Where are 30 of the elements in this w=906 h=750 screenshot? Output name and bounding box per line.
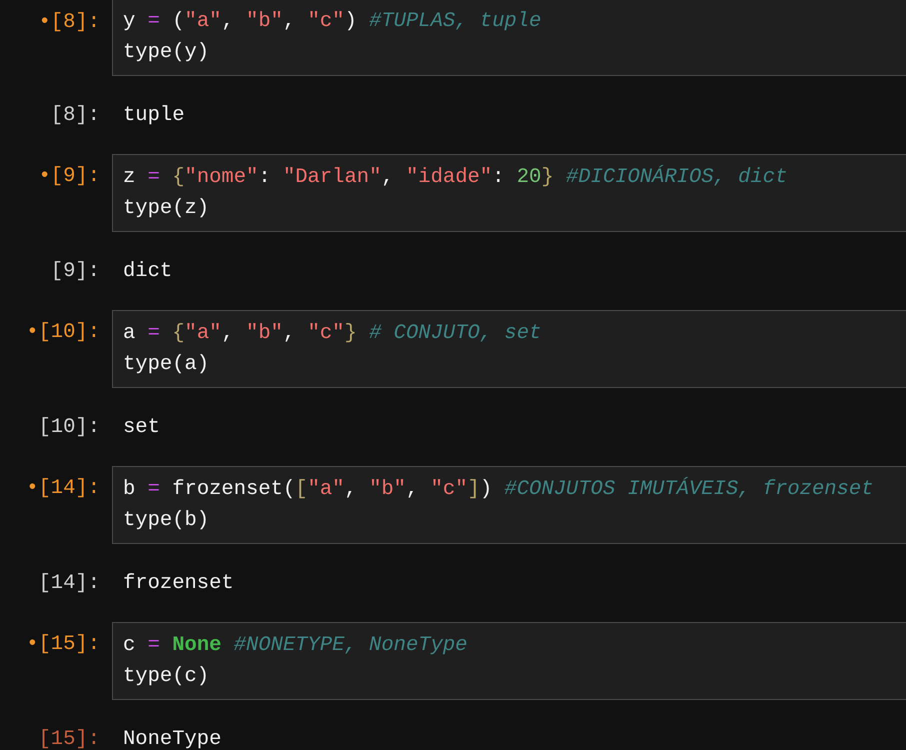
cell-output: frozenset: [122, 570, 234, 596]
code-line: type(z): [123, 196, 210, 222]
input-prompt: •[14]:: [25, 476, 100, 502]
code-cell[interactable]: z = {"nome": "Darlan", "idade": 20} #DICIONÁRIOS, dict type(z): [112, 154, 906, 232]
output-prompt: [9]:: [50, 258, 100, 284]
input-prompt: •[9]:: [37, 164, 100, 190]
code-cell[interactable]: c = None #NONETYPE, NoneType type(c): [112, 622, 906, 700]
output-prompt: [14]:: [37, 570, 100, 596]
cell-output: set: [122, 414, 160, 440]
code-line: type(y): [123, 40, 210, 66]
code-line: type(a): [123, 352, 210, 378]
code-cell[interactable]: b = frozenset(["a", "b", "c"]) #CONJUTOS IMUTÁVEIS, frozenset type(b): [112, 466, 906, 544]
code-cell[interactable]: y = ("a", "b", "c") #TUPLAS, tuple type(y): [112, 0, 906, 76]
code-line: type(c): [123, 664, 210, 690]
input-prompt: •[10]:: [25, 320, 100, 346]
code-line: z = {"nome": "Darlan", "idade": 20} #DICIONÁRIOS, dict: [123, 164, 788, 191]
code-line: y = ("a", "b", "c") #TUPLAS, tuple: [123, 9, 542, 35]
input-prompt: •[8]:: [37, 10, 100, 36]
cell-output: NoneType: [122, 726, 222, 750]
code-line: b = frozenset(["a", "b", "c"]) #CONJUTOS IMUTÁVEIS, frozenset: [123, 476, 874, 503]
input-prompt: •[15]:: [25, 632, 100, 658]
output-prompt: [8]:: [50, 102, 100, 128]
cell-output: dict: [122, 258, 172, 284]
code-line: type(b): [123, 508, 210, 534]
code-cell[interactable]: a = {"a", "b", "c"} # CONJUTO, set type(a): [112, 310, 906, 388]
code-line: c = None #NONETYPE, NoneType: [123, 633, 468, 659]
cell-output: tuple: [122, 102, 185, 128]
output-prompt: [15]:: [37, 726, 100, 750]
code-line: a = {"a", "b", "c"} # CONJUTO, set: [123, 321, 542, 347]
output-prompt: [10]:: [37, 414, 100, 440]
